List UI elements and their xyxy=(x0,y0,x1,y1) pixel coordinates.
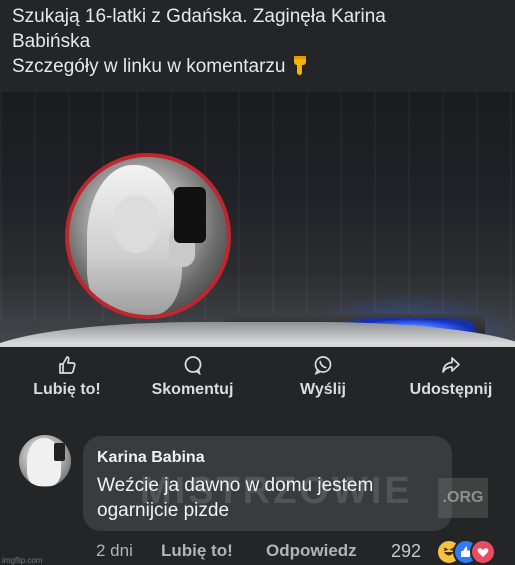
post-text: Szukają 16-latki z Gdańska. Zaginęła Kar… xyxy=(12,4,507,79)
post-line-1: Szukają 16-latki z Gdańska. Zaginęła Kar… xyxy=(12,6,386,27)
comment-author[interactable]: Karina Babina xyxy=(97,449,205,467)
post-line-3-text: Szczegóły w linku w komentarzu xyxy=(12,56,286,77)
portrait-phone xyxy=(174,187,206,243)
post-photo[interactable] xyxy=(0,92,515,347)
post-action-bar: Lubię to! Skomentuj Wyślij Udostępnij xyxy=(0,355,515,410)
portrait-face xyxy=(113,195,159,253)
thumbs-up-icon xyxy=(59,356,76,374)
share-arrow-icon xyxy=(442,357,460,373)
comment-bubble-icon xyxy=(184,356,201,375)
avatar-phone xyxy=(54,443,65,461)
commenter-avatar[interactable] xyxy=(19,435,71,487)
comment-button-label: Skomentuj xyxy=(151,381,234,398)
comment-like-link[interactable]: Lubię to! xyxy=(161,541,233,561)
missing-girl-portrait xyxy=(65,153,231,319)
post-line-2: Babińska xyxy=(12,31,91,52)
post-line-3: Szczegóły w linku w komentarzu xyxy=(12,54,507,79)
send-button-label: Wyślij xyxy=(300,381,346,398)
watermark: MISTRZOWIE xyxy=(140,470,413,512)
share-button-label: Udostępnij xyxy=(409,381,493,398)
comment-reply-link[interactable]: Odpowiedz xyxy=(266,541,357,561)
comment-button[interactable]: Skomentuj xyxy=(140,355,245,399)
send-button[interactable]: Wyślij xyxy=(283,355,363,399)
watermark-org-badge: .ORG xyxy=(438,478,488,518)
love-icon xyxy=(470,539,496,565)
corner-watermark-text: imgflip.com xyxy=(2,556,43,565)
share-button[interactable]: Udostępnij xyxy=(395,355,507,399)
reaction-count: 292 xyxy=(391,541,422,561)
whatsapp-icon xyxy=(314,356,332,375)
reaction-icons[interactable] xyxy=(436,539,506,565)
like-button[interactable]: Lubię to! xyxy=(22,355,112,399)
comment-time: 2 dni xyxy=(96,541,133,560)
pointing-down-hand-icon xyxy=(293,56,306,75)
like-button-label: Lubię to! xyxy=(33,381,101,398)
